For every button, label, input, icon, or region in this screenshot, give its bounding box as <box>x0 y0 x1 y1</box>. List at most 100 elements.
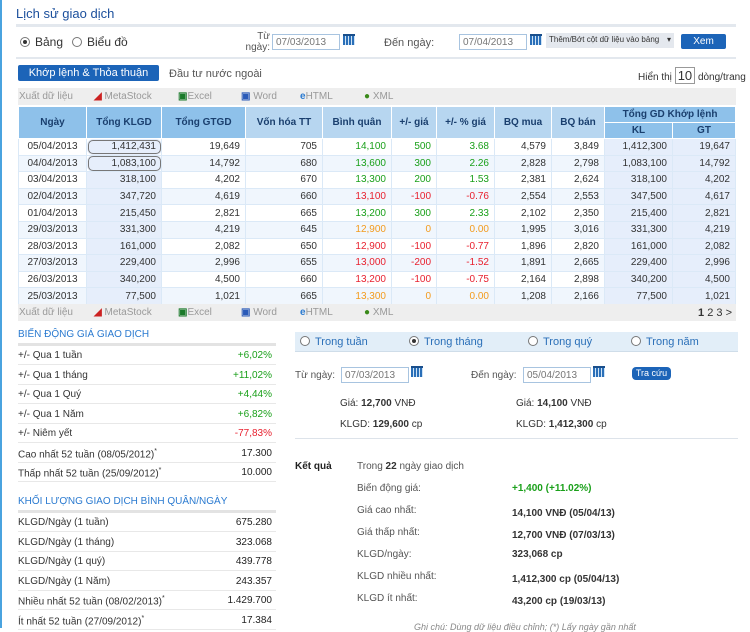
tab-foreign-investment[interactable]: Đầu tư nước ngoài <box>169 68 262 80</box>
table-row: 05/04/2013 1,412,431 19,649 705 14,100 500 3.6… <box>18 138 736 156</box>
cell-avg-buy: 1,891 <box>494 254 552 272</box>
col-pct-change[interactable]: +/- % giá <box>436 106 495 139</box>
period-week-radio[interactable]: Trong tuần <box>300 336 368 348</box>
cell-date: 01/04/2013 <box>18 204 87 222</box>
search-button[interactable]: Tra cứu <box>632 367 671 380</box>
cell-price-change: 0 <box>391 287 437 305</box>
rows-input[interactable]: 10 <box>674 67 696 84</box>
cell-pct-change: -0.75 <box>436 270 495 289</box>
col-total-volume[interactable]: Tổng KLGD <box>86 106 162 139</box>
period-to-input[interactable] <box>523 367 591 383</box>
export-html[interactable]: eHTML <box>300 307 333 318</box>
export-bar-bottom: Xuất dữ liệu ◢ MetaStock ▣Excel ▣ Word e… <box>18 304 736 321</box>
cell-price-change: -100 <box>391 270 437 289</box>
export-html[interactable]: eHTML <box>300 91 333 102</box>
table-row: 01/04/2013 215,450 2,821 665 13,200 300 2.33 2,… <box>18 204 736 222</box>
stat-label: +/- Qua 1 Năm <box>18 408 84 420</box>
period-month-radio[interactable]: Trong tháng <box>409 336 483 348</box>
col-date[interactable]: Ngày <box>18 106 87 139</box>
view-chart-radio[interactable]: Biểu đồ <box>72 35 128 49</box>
period-to-label: Đến ngày: <box>471 370 517 381</box>
end-price: Giá: 14,100 VNĐ <box>516 398 592 409</box>
stat-label: KLGD/Ngày (1 quý) <box>18 556 106 567</box>
stat-value: +6,82% <box>237 408 272 420</box>
cell-avg-sell: 2,166 <box>551 287 605 305</box>
value: 1,412,300 <box>548 419 594 430</box>
col-average[interactable]: Bình quân <box>322 106 392 139</box>
export-xml[interactable]: ● XML <box>364 91 393 102</box>
col-matched-volume[interactable]: KL <box>604 122 673 139</box>
stat-row: KLGD/Ngày (1 quý) 439.778 <box>18 552 276 571</box>
cell-matched-volume: 340,200 <box>604 270 673 289</box>
page-1[interactable]: 1 <box>698 307 704 319</box>
col-market-cap[interactable]: Vốn hóa TT <box>245 106 323 139</box>
cell-pct-change: 0.00 <box>436 287 495 305</box>
cell-average: 13,200 <box>322 270 392 289</box>
view-table-radio[interactable]: Bảng <box>20 35 63 49</box>
calendar-icon[interactable] <box>593 366 605 377</box>
export-excel[interactable]: ▣Excel <box>178 307 212 318</box>
metastock-icon: ◢ <box>94 307 102 318</box>
start-price: Giá: 12,700 VNĐ <box>340 398 416 409</box>
cell-matched-volume: 347,500 <box>604 187 673 206</box>
cell-market-cap: 650 <box>245 237 323 256</box>
to-date-input[interactable] <box>459 34 527 50</box>
page-3[interactable]: 3 <box>716 307 722 319</box>
result-label: KLGD nhiều nhất: <box>357 571 437 582</box>
cell-average: 13,600 <box>322 154 392 173</box>
calendar-icon[interactable] <box>530 34 542 45</box>
tab-matched-negotiated[interactable]: Khớp lệnh & Thỏa thuận <box>18 65 159 81</box>
cell-market-cap: 665 <box>245 204 323 222</box>
next-page[interactable]: > <box>726 307 732 319</box>
cell-total-value: 2,821 <box>161 204 246 222</box>
columns-select[interactable]: Thêm/Bớt cột dữ liệu vào bảng ▾ <box>546 33 674 48</box>
col-total-value[interactable]: Tổng GTGD <box>161 106 246 139</box>
col-avg-sell[interactable]: BQ bán <box>551 106 605 139</box>
export-word[interactable]: ▣ Word <box>241 91 277 102</box>
cell-pct-change: 0.00 <box>436 220 495 239</box>
label: dòng/trang <box>697 72 746 83</box>
from-date-input[interactable] <box>272 34 340 50</box>
result-value: 43,200 cp (19/03/13) <box>512 596 606 607</box>
cell-pct-change: 3.68 <box>436 138 495 156</box>
calendar-icon[interactable] <box>411 366 423 377</box>
period-from-label: Từ ngày: <box>295 370 336 381</box>
cell-price-change: -100 <box>391 187 437 206</box>
cell-average: 12,900 <box>322 220 392 239</box>
export-bar-top: Xuất dữ liệu ◢ MetaStock ▣Excel ▣ Word e… <box>18 88 736 105</box>
export-xml[interactable]: ● XML <box>364 307 393 318</box>
export-metastock[interactable]: ◢ MetaStock <box>94 307 152 318</box>
cell-price-change: 500 <box>391 138 437 156</box>
period-from-input[interactable] <box>341 367 409 383</box>
cell-total-value: 4,219 <box>161 220 246 239</box>
value: 129,600 <box>372 419 409 430</box>
export-metastock[interactable]: ◢ MetaStock <box>94 91 152 102</box>
page-2[interactable]: 2 <box>707 307 713 319</box>
calendar-icon[interactable] <box>343 34 355 45</box>
export-word[interactable]: ▣ Word <box>241 307 277 318</box>
radio-icon <box>528 336 538 346</box>
start-volume: KLGD: 129,600 cp <box>340 419 422 430</box>
col-price-change[interactable]: +/- giá <box>391 106 437 139</box>
result-label: Giá thấp nhất: <box>357 527 420 538</box>
period-quarter-radio[interactable]: Trong quý <box>528 336 592 348</box>
export-excel[interactable]: ▣Excel <box>178 91 212 102</box>
cell-total-volume: 215,450 <box>86 204 162 222</box>
cell-total-volume: 318,100 <box>86 171 162 189</box>
stat-value: 675.280 <box>235 517 272 528</box>
cell-total-volume: 340,200 <box>86 270 162 289</box>
cell-date: 02/04/2013 <box>18 187 87 206</box>
view-button[interactable]: Xem <box>681 34 726 49</box>
cell-avg-buy: 2,828 <box>494 154 552 173</box>
col-avg-buy[interactable]: BQ mua <box>494 106 552 139</box>
period-year-radio[interactable]: Trong năm <box>631 336 699 348</box>
col-matched-value[interactable]: GT <box>672 122 736 139</box>
rows-per-page: Hiển thị 10 dòng/trang <box>638 67 746 84</box>
cell-matched-value: 4,202 <box>672 171 736 189</box>
cell-date: 29/03/2013 <box>18 220 87 239</box>
cell-pct-change: -0.76 <box>436 187 495 206</box>
result-label: KLGD ít nhất: <box>357 593 418 604</box>
cell-matched-value: 1,021 <box>672 287 736 305</box>
cell-avg-sell: 2,820 <box>551 237 605 256</box>
stat-row: +/- Niêm yết -77,83% <box>18 424 276 443</box>
